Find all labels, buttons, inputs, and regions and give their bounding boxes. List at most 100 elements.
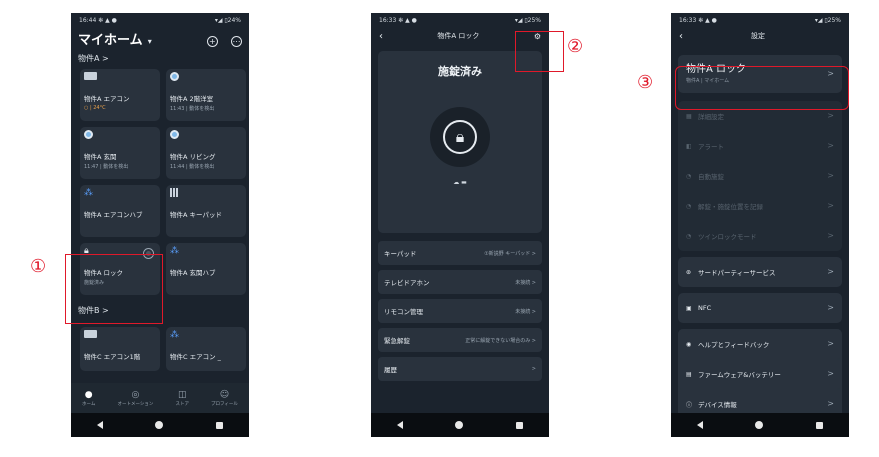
lock-toggle-button[interactable]: 🔒︎ [430, 107, 490, 167]
nav-recent-icon[interactable] [515, 421, 523, 429]
property-a-header[interactable]: 物件A > [71, 49, 249, 65]
highlight-settings-icon [515, 31, 564, 72]
tab-store[interactable]: ◫ ストア [175, 390, 189, 407]
setting-label: NFC [698, 304, 712, 312]
chevron-right-icon: > [827, 111, 834, 120]
phone-home-screen: 16:44 ✻ ▲ ● ▾◢ ▯24% マイホーム ▾ + ⋯ 物件A > 物件… [71, 13, 249, 437]
chevron-down-icon: ▾ [147, 36, 152, 46]
chevron-right-icon: > [827, 369, 834, 378]
status-bar: 16:44 ✻ ▲ ● ▾◢ ▯24% [71, 13, 249, 27]
nav-back-icon[interactable] [97, 421, 104, 429]
setting-nfc[interactable]: ▣ NFC > [678, 293, 842, 323]
device-status: ○ | 24°C [84, 105, 106, 111]
row-keypad[interactable]: キーパッド ①新説野 キーパッド > [378, 241, 542, 265]
nav-home-icon[interactable] [755, 421, 764, 429]
setting-third-party[interactable]: ⊛ サードパーティーサービス > [678, 257, 842, 287]
device-name: 物件A 玄関 [84, 153, 117, 161]
add-icon[interactable]: + [206, 36, 218, 47]
device-name: 物件C エアコン1階 [84, 353, 141, 361]
page-title: マイホーム [78, 32, 143, 48]
status-bar: 16:33 ✻ ▲ ● ▾◢ ▯25% [371, 13, 549, 27]
tab-home[interactable]: ● ホーム [82, 390, 95, 407]
setting-label: アラート [698, 143, 724, 151]
device-name: 物件A エアコンハブ [84, 211, 143, 219]
highlight-lock-card [65, 254, 163, 324]
more-icon[interactable]: ⋯ [231, 36, 242, 47]
row-remote[interactable]: リモコン管理 未接続 > [378, 299, 542, 323]
setting-label: デバイス情報 [698, 401, 737, 409]
ac-icon [84, 330, 97, 338]
nfc-icon: ▣ [686, 304, 692, 312]
device-card-aircon-hub-c[interactable]: ⁂ 物件C エアコン _ [166, 327, 246, 371]
firmware-icon: ▤ [686, 370, 692, 378]
setting-label: サードパーティーサービス [698, 269, 776, 277]
row-emergency-unlock[interactable]: 緊急解錠 正常に解錠できない場合のみ > [378, 328, 542, 352]
setting-firmware[interactable]: ▤ ファームウェア&バッテリー > [678, 359, 842, 389]
device-name: 物件A 玄関ハブ [170, 269, 216, 277]
cloud-battery-icons: ☁ ▬ [453, 179, 467, 186]
device-card-camera-entrance[interactable]: 物件A 玄関 11:47 | 動体を検出 [80, 127, 160, 179]
phone-lock-detail: 16:33 ✻ ▲ ● ▾◢ ▯25% ‹ 物件A ロック ⚙ 施錠済み 🔒︎ … [371, 13, 549, 437]
status-icons: ✻ ▲ ● [398, 16, 417, 24]
chevron-right-icon: > [827, 339, 834, 348]
tab-label: ホーム [82, 401, 96, 407]
setting-twin-lock: ◔ ツインロックモード > [678, 221, 842, 251]
lock-status-panel: 施錠済み 🔒︎ ☁ ▬ [378, 51, 542, 233]
row-tv-doorphone[interactable]: テレビドアホン 未接続 > [378, 270, 542, 294]
chevron-right-icon: > [827, 201, 834, 210]
device-card-keypad[interactable]: 物件A キーパッド [166, 185, 246, 237]
tab-profile[interactable]: ☺ プロフィール [211, 390, 238, 407]
nav-back-icon[interactable] [697, 421, 704, 429]
annotation-two: ② [567, 36, 584, 57]
camera-icon [84, 130, 93, 139]
device-name: 物件A キーパッド [170, 211, 222, 219]
setting-label: ファームウェア&バッテリー [698, 371, 781, 379]
home-selector[interactable]: マイホーム ▾ [78, 29, 152, 48]
tab-label: プロフィール [211, 401, 238, 407]
row-label: 履歴 [384, 366, 397, 374]
device-status: 11:44 | 動体を検出 [170, 164, 215, 170]
chevron-right-icon: > [827, 231, 834, 240]
device-card-camera-living[interactable]: 物件A リビング 11:44 | 動体を検出 [166, 127, 246, 179]
status-time: 16:33 [379, 16, 397, 24]
status-time: 16:44 [79, 16, 97, 24]
nav-back-icon[interactable] [397, 421, 404, 429]
grid-icon: ▦ [686, 112, 692, 120]
setting-help[interactable]: ◉ ヘルプとフィードバック > [678, 329, 842, 359]
hub-icon: ⁂ [170, 330, 179, 340]
device-name: 物件A 2階洋室 [170, 95, 214, 103]
setting-alert: ◧ アラート > [678, 131, 842, 161]
profile-icon: ☺ [219, 389, 230, 400]
nav-home-icon[interactable] [155, 421, 164, 429]
device-name: 物件A リビング [170, 153, 216, 161]
nav-home-icon[interactable] [455, 421, 464, 429]
back-icon[interactable]: ‹ [379, 31, 383, 42]
tab-automation[interactable]: ◎ オートメーション [117, 390, 153, 407]
lock-icon: ◔ [686, 232, 692, 240]
device-card-camera-2f[interactable]: 物件A 2階洋室 11:43 | 動体を検出 [166, 69, 246, 121]
device-card-entrance-hub[interactable]: ⁂ 物件A 玄関ハブ [166, 243, 246, 295]
lock-icon: ◔ [686, 202, 692, 210]
setting-record-position: ◔ 解錠・施錠位置を記録 > [678, 191, 842, 221]
setting-label: ツインロックモード [698, 233, 757, 241]
nav-recent-icon[interactable] [815, 421, 823, 429]
nav-recent-icon[interactable] [215, 421, 223, 429]
android-nav-bar [371, 413, 549, 437]
setting-auto-lock: ◔ 自動施錠 > [678, 161, 842, 191]
row-value: 未接続 > [515, 308, 536, 315]
device-card-aircon-1f[interactable]: 物件C エアコン1階 [80, 327, 160, 371]
lock-icon: 🔒︎ [443, 120, 477, 154]
keypad-icon [170, 188, 178, 197]
row-label: テレビドアホン [384, 279, 430, 287]
android-nav-bar [71, 413, 249, 437]
device-name: 物件A エアコン [84, 95, 130, 103]
page-title: 物件A ロック [437, 32, 480, 40]
tab-label: オートメーション [117, 401, 154, 407]
status-icons: ✻ ▲ ● [698, 16, 717, 24]
row-history[interactable]: 履歴 > [378, 357, 542, 381]
device-card-aircon[interactable]: 物件A エアコン ○ | 24°C [80, 69, 160, 121]
help-icon: ◉ [686, 340, 692, 348]
chevron-right-icon: > [827, 399, 834, 408]
device-card-aircon-hub[interactable]: ⁂ 物件A エアコンハブ [80, 185, 160, 237]
lock-icon: ◔ [686, 172, 692, 180]
